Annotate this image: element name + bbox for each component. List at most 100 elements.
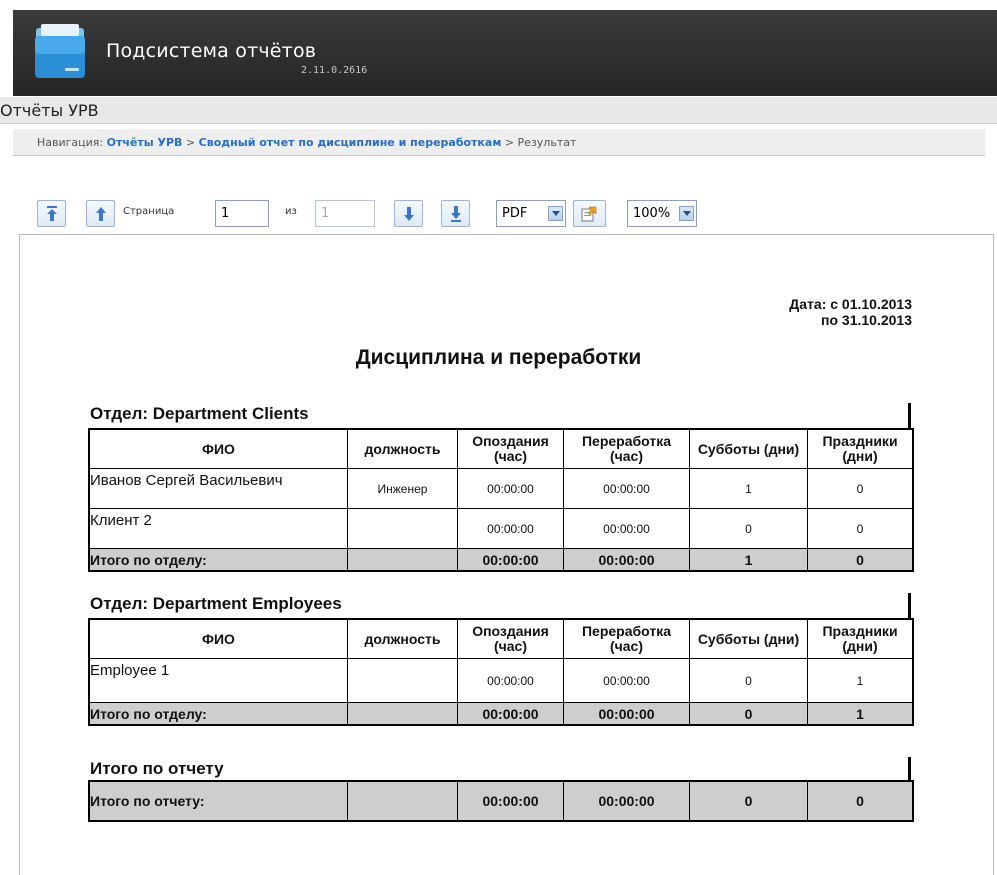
column-header: ФИО: [88, 428, 348, 469]
column-header: ФИО: [88, 618, 348, 659]
zoom-select[interactable]: 100%: [627, 200, 697, 227]
export-icon: [581, 206, 597, 222]
cell-saturdays: 1: [689, 468, 808, 509]
column-header: Праздники (дни): [807, 428, 914, 469]
cell-overtime: 00:00:00: [563, 658, 690, 703]
report-date-range: Дата: с 01.10.2013 по 31.10.2013: [789, 296, 912, 328]
department-total-row: Итого по отделу: 00:00:00 00:00:00 0 1: [88, 702, 914, 726]
total-late: 00:00:00: [457, 548, 564, 572]
date-to: по 31.10.2013: [821, 312, 912, 328]
breadcrumb-link-summary-report[interactable]: Сводный отчет по дисциплине и переработк…: [199, 136, 502, 149]
next-page-button[interactable]: [394, 200, 423, 227]
report-total-row: Итого по отчету: 00:00:00 00:00:00 0 0: [88, 780, 914, 822]
column-header: Опоздания (час): [457, 618, 564, 659]
cell-saturdays: 0: [689, 508, 808, 549]
cell-holidays: 0: [807, 468, 914, 509]
cell-overtime: 00:00:00: [563, 468, 690, 509]
column-header: Переработка (час): [563, 428, 690, 469]
of-label: из: [285, 206, 297, 217]
cell-overtime: 00:00:00: [563, 508, 690, 549]
cell-name: Клиент 2: [88, 508, 348, 549]
table-row: Иванов Сергей Васильевич Инженер 00:00:0…: [88, 468, 914, 509]
export-format-select[interactable]: PDF: [496, 200, 566, 227]
last-page-icon: [451, 206, 461, 222]
table-row: Employee 1 00:00:00 00:00:00 0 1: [88, 658, 914, 703]
grand-total-label: Итого по отчету:: [88, 780, 348, 822]
cell-late: 00:00:00: [457, 468, 564, 509]
total-saturdays: 0: [689, 702, 808, 726]
table-row: Клиент 2 00:00:00 00:00:00 0 0: [88, 508, 914, 549]
section-title: Отчёты УРВ: [0, 101, 99, 120]
column-header: должность: [347, 428, 458, 469]
table-header-row: ФИО должность Опоздания (час) Переработк…: [88, 618, 914, 659]
section-title-bar: Отчёты УРВ: [0, 97, 997, 124]
cell-position: [347, 508, 458, 549]
last-page-button[interactable]: [441, 200, 470, 227]
total-position: [347, 548, 458, 572]
total-position: [347, 702, 458, 726]
department-title: Отдел: Department Employees: [90, 594, 342, 613]
column-header: Опоздания (час): [457, 428, 564, 469]
chevron-down-icon: [679, 206, 694, 221]
department-total-row: Итого по отделу: 00:00:00 00:00:00 1 0: [88, 548, 914, 572]
breadcrumb-link-reports[interactable]: Отчёты УРВ: [107, 136, 183, 149]
grand-total-late: 00:00:00: [457, 780, 564, 822]
total-label: Итого по отделу:: [88, 702, 348, 726]
cell-holidays: 1: [807, 658, 914, 703]
total-late: 00:00:00: [457, 702, 564, 726]
column-header: должность: [347, 618, 458, 659]
column-header: Субботы (дни): [689, 428, 808, 469]
table-header-row: ФИО должность Опоздания (час) Переработк…: [88, 428, 914, 469]
page-label: Страница: [123, 206, 175, 217]
department-table: ФИО должность Опоздания (час) Переработк…: [88, 428, 914, 572]
divider: [908, 593, 911, 618]
app-version: 2.11.0.2616: [301, 65, 368, 76]
breadcrumb-prefix: Навигация:: [37, 136, 104, 149]
arrow-down-icon: [404, 207, 414, 221]
cell-saturdays: 0: [689, 658, 808, 703]
grand-total-overtime: 00:00:00: [563, 780, 690, 822]
grand-total-holidays: 0: [807, 780, 914, 822]
total-saturdays: 1: [689, 548, 808, 572]
export-button[interactable]: [573, 200, 606, 227]
date-from: Дата: с 01.10.2013: [789, 296, 912, 312]
folder-icon: [35, 24, 85, 78]
total-overtime: 00:00:00: [563, 702, 690, 726]
cell-holidays: 0: [807, 508, 914, 549]
department-title: Отдел: Department Clients: [90, 404, 309, 423]
total-overtime: 00:00:00: [563, 548, 690, 572]
breadcrumb: Навигация: Отчёты УРВ > Сводный отчет по…: [13, 129, 985, 156]
app-header: Подсистема отчётов 2.11.0.2616: [13, 10, 997, 96]
breadcrumb-separator: >: [504, 136, 515, 149]
cell-name: Employee 1: [88, 658, 348, 703]
cell-late: 00:00:00: [457, 508, 564, 549]
report-title: Дисциплина и переработки: [355, 346, 642, 369]
total-holidays: 1: [807, 702, 914, 726]
export-format-value: PDF: [502, 206, 528, 221]
column-header: Субботы (дни): [689, 618, 808, 659]
divider: [908, 757, 911, 781]
chevron-down-icon: [548, 206, 563, 221]
column-header: Переработка (час): [563, 618, 690, 659]
cell-position: [347, 658, 458, 703]
cell-position: Инженер: [347, 468, 458, 509]
total-label: Итого по отделу:: [88, 548, 348, 572]
app-title: Подсистема отчётов: [106, 40, 317, 62]
arrow-up-icon: [96, 207, 106, 221]
department-table: ФИО должность Опоздания (час) Переработк…: [88, 618, 914, 726]
total-holidays: 0: [807, 548, 914, 572]
zoom-value: 100%: [633, 206, 671, 221]
divider: [908, 403, 911, 428]
first-page-button[interactable]: [37, 200, 66, 227]
report-total-title: Итого по отчету: [90, 759, 224, 778]
first-page-icon: [47, 206, 57, 221]
grand-total-position: [347, 780, 458, 822]
column-header: Праздники (дни): [807, 618, 914, 659]
previous-page-button[interactable]: [86, 200, 115, 227]
cell-name: Иванов Сергей Васильевич: [88, 468, 348, 509]
grand-total-saturdays: 0: [689, 780, 808, 822]
cell-late: 00:00:00: [457, 658, 564, 703]
page-number-input[interactable]: [215, 200, 269, 227]
report-toolbar: Страница из PDF 100%: [0, 196, 997, 232]
total-pages-field: [315, 200, 375, 227]
